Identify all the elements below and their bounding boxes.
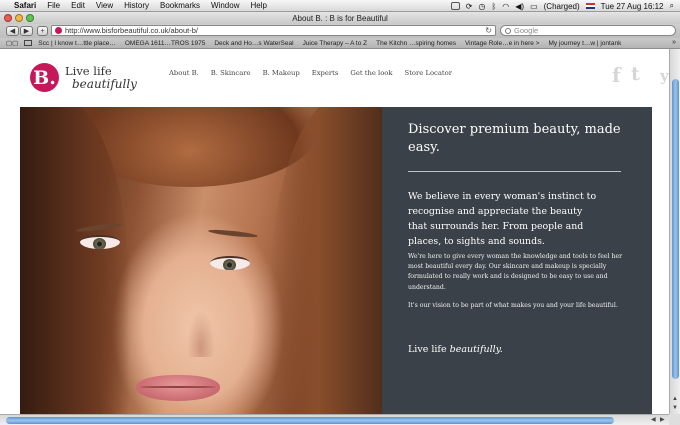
forward-button[interactable]: ▶ xyxy=(20,26,33,36)
zoom-window-button[interactable] xyxy=(26,14,34,22)
brand-logo-mark[interactable]: B. xyxy=(30,63,59,92)
battery-status[interactable]: (Charged) xyxy=(544,2,580,11)
youtube-icon[interactable]: y xyxy=(660,67,669,85)
nav-makeup[interactable]: B. Makeup xyxy=(263,69,300,77)
menu-bookmarks[interactable]: Bookmarks xyxy=(160,1,200,10)
search-placeholder[interactable]: Google xyxy=(514,26,538,35)
system-status-icon[interactable] xyxy=(450,2,460,10)
bookmark-item[interactable]: My journey t…w | jontank xyxy=(548,40,621,47)
menu-help[interactable]: Help xyxy=(250,1,266,10)
nav-experts[interactable]: Experts xyxy=(312,69,339,77)
bookmark-item[interactable]: Vintage Role…e in here > xyxy=(465,40,540,47)
nav-get-the-look[interactable]: Get the look xyxy=(350,69,392,77)
scroll-up-arrow-icon[interactable]: ▲ xyxy=(672,396,678,402)
bookmarks-bar: ▢▢ Scc | I know t…ttle place… OMEGA 1611… xyxy=(0,38,680,49)
site-header: B. Live life beautifully About B. B. Ski… xyxy=(0,49,669,107)
battery-icon[interactable]: ▭ xyxy=(530,2,538,11)
bookmark-item[interactable]: The Kitchn …spiring homes xyxy=(376,40,456,47)
input-source-flag-icon[interactable] xyxy=(585,3,595,9)
logo-tagline-line2[interactable]: beautifully xyxy=(72,77,137,91)
reload-icon[interactable]: ↻ xyxy=(485,26,492,35)
about-body-paragraph: We're here to give every woman the knowl… xyxy=(408,253,623,291)
about-vision-paragraph: It's our vision to be part of what makes… xyxy=(408,302,618,309)
spotlight-icon[interactable]: ⌕ xyxy=(670,1,674,11)
horizontal-scrollbar[interactable]: ◀ ▶ xyxy=(0,414,669,425)
signoff-italic: beautifully. xyxy=(449,344,503,355)
menu-view[interactable]: View xyxy=(96,1,113,10)
scroll-right-arrow-icon[interactable]: ▶ xyxy=(660,416,665,423)
minimize-window-button[interactable] xyxy=(15,14,23,22)
about-divider xyxy=(408,171,621,172)
site-nav: About B. B. Skincare B. Makeup Experts G… xyxy=(169,69,452,77)
menu-history[interactable]: History xyxy=(124,1,149,10)
logo-tagline-line1[interactable]: Live life xyxy=(65,64,112,78)
address-bar[interactable]: http://www.bisforbeautiful.co.uk/about-b… xyxy=(51,25,496,36)
nav-skincare[interactable]: B. Skincare xyxy=(211,69,251,77)
window-title: About B. : B is for Beautiful xyxy=(292,13,388,23)
page-viewport: B. Live life beautifully About B. B. Ski… xyxy=(0,49,669,414)
timemachine-icon[interactable]: ◷ xyxy=(478,2,485,11)
site-favicon-icon xyxy=(55,27,62,34)
menu-app-name[interactable]: Safari xyxy=(14,1,36,10)
window-controls xyxy=(4,14,34,22)
volume-icon[interactable]: ◀) xyxy=(515,2,524,11)
add-bookmark-button[interactable]: + xyxy=(37,26,48,36)
browser-toolbar: ◀ ▶ + http://www.bisforbeautiful.co.uk/a… xyxy=(0,24,680,38)
top-sites-icon[interactable] xyxy=(24,40,33,46)
scroll-left-arrow-icon[interactable]: ◀ xyxy=(651,416,656,423)
reading-list-icon[interactable]: ▢▢ xyxy=(6,39,18,47)
search-icon xyxy=(505,27,511,34)
sync-icon[interactable]: ⟳ xyxy=(466,2,473,11)
window-resize-corner[interactable] xyxy=(669,414,680,425)
hero-section: Discover premium beauty, made easy. We b… xyxy=(20,107,652,414)
nav-about[interactable]: About B. xyxy=(169,69,199,77)
bookmark-item[interactable]: Juice Therapy – A to Z xyxy=(303,40,368,47)
signoff-plain: Live life xyxy=(408,344,447,355)
menu-bar: Safari File Edit View History Bookmarks … xyxy=(0,0,680,12)
facebook-icon[interactable]: f xyxy=(612,63,621,87)
wifi-icon[interactable]: ◠ xyxy=(502,2,509,11)
scroll-down-arrow-icon[interactable]: ▼ xyxy=(672,405,678,411)
bookmarks-overflow-button[interactable]: » xyxy=(672,39,676,46)
about-lead-paragraph: We believe in every woman's instinct to … xyxy=(408,191,597,247)
bookmark-item[interactable]: Scc | I know t…ttle place… xyxy=(38,40,116,47)
about-panel: Discover premium beauty, made easy. We b… xyxy=(396,107,652,414)
menu-edit[interactable]: Edit xyxy=(71,1,85,10)
bookmark-item[interactable]: Deck and Ho…s WaterSeal xyxy=(214,40,293,47)
nav-store-locator[interactable]: Store Locator xyxy=(405,69,452,77)
twitter-icon[interactable]: t xyxy=(631,63,640,85)
about-heading: Discover premium beauty, made easy. xyxy=(408,122,621,155)
hero-portrait-image xyxy=(20,107,382,414)
menu-window[interactable]: Window xyxy=(211,1,239,10)
window-title-bar: About B. : B is for Beautiful xyxy=(0,12,680,24)
vertical-scrollbar[interactable]: ▲ ▼ xyxy=(669,49,680,414)
horizontal-scroll-thumb[interactable] xyxy=(6,417,614,424)
vertical-scroll-thumb[interactable] xyxy=(672,79,679,379)
back-button[interactable]: ◀ xyxy=(6,26,19,36)
search-field[interactable]: Google xyxy=(500,25,676,36)
bluetooth-icon[interactable]: ᛒ xyxy=(491,2,496,11)
menu-file[interactable]: File xyxy=(47,1,60,10)
bookmark-item[interactable]: OMEGA 1611…TROS 1975 xyxy=(125,40,205,47)
about-signoff: Live life beautifully. xyxy=(408,344,503,355)
close-window-button[interactable] xyxy=(4,14,12,22)
address-url[interactable]: http://www.bisforbeautiful.co.uk/about-b… xyxy=(65,26,198,35)
menu-extras: ⟳ ◷ ᛒ ◠ ◀) ▭ (Charged) Tue 27 Aug 16:12 … xyxy=(450,0,674,12)
menu-clock[interactable]: Tue 27 Aug 16:12 xyxy=(601,2,664,11)
